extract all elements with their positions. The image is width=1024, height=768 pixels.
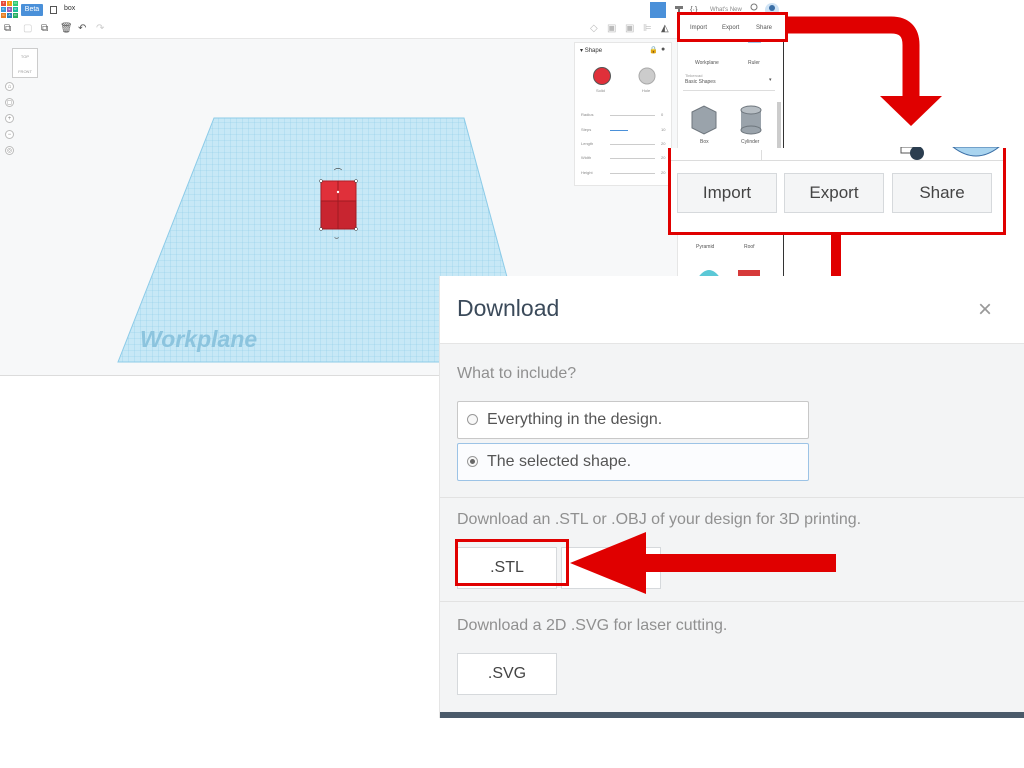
download-dialog: Download × What to include? Everything i… [439,276,1024,718]
cylinder-shape-label: Cylinder [741,139,760,145]
document-icon [50,6,57,14]
option-selected-shape[interactable]: The selected shape. [457,443,809,481]
stl-description: Download an .STL or .OBJ of your design … [457,511,862,528]
box-shape[interactable]: ⌒ ⌣ [316,166,362,242]
length-slider[interactable] [610,144,655,145]
box-shape-thumbnail[interactable] [688,104,720,136]
dialog-bottom-edge [440,712,1024,718]
shape-panel-title: ▾ Shape [580,48,603,54]
top-import-button[interactable]: Import [690,25,707,31]
zoom-in-icon[interactable]: + [5,114,14,123]
width-slider[interactable] [610,158,655,159]
close-icon[interactable]: × [978,298,992,322]
home-view-icon[interactable]: ⌂ [5,82,14,91]
option-everything[interactable]: Everything in the design. [457,401,809,439]
stl-button-highlight [455,539,569,586]
library-dropdown[interactable]: Tinkercad Basic Shapes ▾ [683,72,775,91]
beta-badge: Beta [21,4,43,16]
workplane-label: Workplane [140,326,258,352]
viewcube-front-label: FRONT [18,69,32,74]
svg-text:⌣: ⌣ [334,233,339,242]
tinkercad-logo[interactable]: TIN KER CAD [1,1,18,18]
svg-description: Download a 2D .SVG for laser cutting. [457,617,728,634]
width-value[interactable]: 20 [661,155,665,160]
mirror-icon[interactable]: ◭ [661,23,669,35]
chevron-down-icon: ▾ [769,77,772,83]
cylinder-shape-thumbnail[interactable] [736,104,766,136]
editor-toolbar: ⧉ ▢ ⧉ 🗑 ↶ ↷ ◇ ▣ ▣ ⊫ ◭ [0,20,784,39]
radius-slider[interactable] [610,115,655,116]
light-bulb-icon[interactable]: ● [661,46,665,53]
avatar[interactable] [951,147,1001,161]
hole-label: Hole [642,88,651,93]
zoomed-actions-callout: Import Export Share [668,147,1006,235]
solid-color-swatch[interactable] [592,66,612,86]
hole-swatch[interactable] [637,66,657,86]
radius-label: Radius [581,112,594,117]
fit-view-icon[interactable]: ▢ [5,98,14,107]
align-icon[interactable]: ⊫ [643,23,652,35]
import-button[interactable]: Import [677,173,777,213]
steps-slider[interactable] [610,130,628,131]
roof-shape-label: Roof [744,244,755,250]
paste-icon[interactable]: ▢ [23,23,32,35]
lock-icon[interactable]: 🔒 [649,46,658,54]
group-icon[interactable]: ▣ [607,23,616,35]
curved-arrow-annotation [788,16,942,126]
view-cube[interactable]: TOP FRONT [12,48,38,78]
top-export-button[interactable]: Export [722,25,739,31]
length-label: Length [581,141,594,146]
length-value[interactable]: 20 [661,141,665,146]
radio-selected-shape[interactable] [467,456,478,467]
option-everything-label: Everything in the design. [487,411,663,428]
svg-download-button[interactable]: .SVG [457,653,557,695]
share-button[interactable]: Share [892,173,992,213]
box-shape-label: Box [700,139,709,145]
orthographic-icon[interactable]: ◎ [5,146,14,155]
user-menu-icon[interactable] [897,147,925,161]
ruler-label: Ruler [748,60,760,66]
redo-icon[interactable]: ↷ [96,23,104,35]
width-label: Width [581,155,592,160]
copy-icon[interactable]: ⧉ [4,23,11,35]
top-bar: TIN KER CAD Beta box {∙} What's New [0,0,784,21]
delete-icon[interactable]: 🗑 [60,23,73,35]
stl-arrow-annotation [570,532,836,594]
pyramid-shape-label: Pyramid [696,244,715,250]
duplicate-icon[interactable]: ⧉ [41,23,48,35]
viewcube-top-label: TOP [20,54,30,59]
library-title: Tinkercad [685,73,703,78]
include-label: What to include? [457,365,577,382]
shape-title-text: Shape [584,48,603,54]
height-value[interactable]: 20 [661,170,665,175]
svg-text:⌒: ⌒ [334,168,342,177]
radius-value[interactable]: 0 [661,112,663,117]
top-share-button[interactable]: Share [756,25,772,31]
top-actions-highlight: Import Export Share [677,12,788,42]
ungroup-icon[interactable]: ▣ [625,23,634,35]
export-button[interactable]: Export [784,173,884,213]
undo-icon[interactable]: ↶ [78,23,86,35]
dialog-header: Download × [440,276,1024,344]
steps-value[interactable]: 10 [661,127,665,132]
height-label: Height [581,170,593,175]
radio-everything[interactable] [467,414,478,425]
callout-separator [761,150,762,160]
shape-inspector: ▾ Shape 🔒 ● Solid Hole Radius 0 Steps 10… [574,42,672,186]
dialog-body: What to include? Everything in the desig… [440,344,1024,712]
divider [440,497,1024,498]
zoom-out-icon[interactable]: − [5,130,14,139]
document-name[interactable]: box [64,5,75,12]
note-icon[interactable]: ◇ [590,23,598,35]
workplane-tool-label: Workplane [695,60,719,66]
divider [440,601,1024,602]
option-selected-label: The selected shape. [487,453,632,470]
steps-label: Steps [581,127,592,132]
dialog-title: Download [457,295,560,321]
solid-label: Solid [596,88,605,93]
height-slider[interactable] [610,173,655,174]
grid-view-button[interactable] [650,2,666,18]
library-value: Basic Shapes [685,79,716,85]
